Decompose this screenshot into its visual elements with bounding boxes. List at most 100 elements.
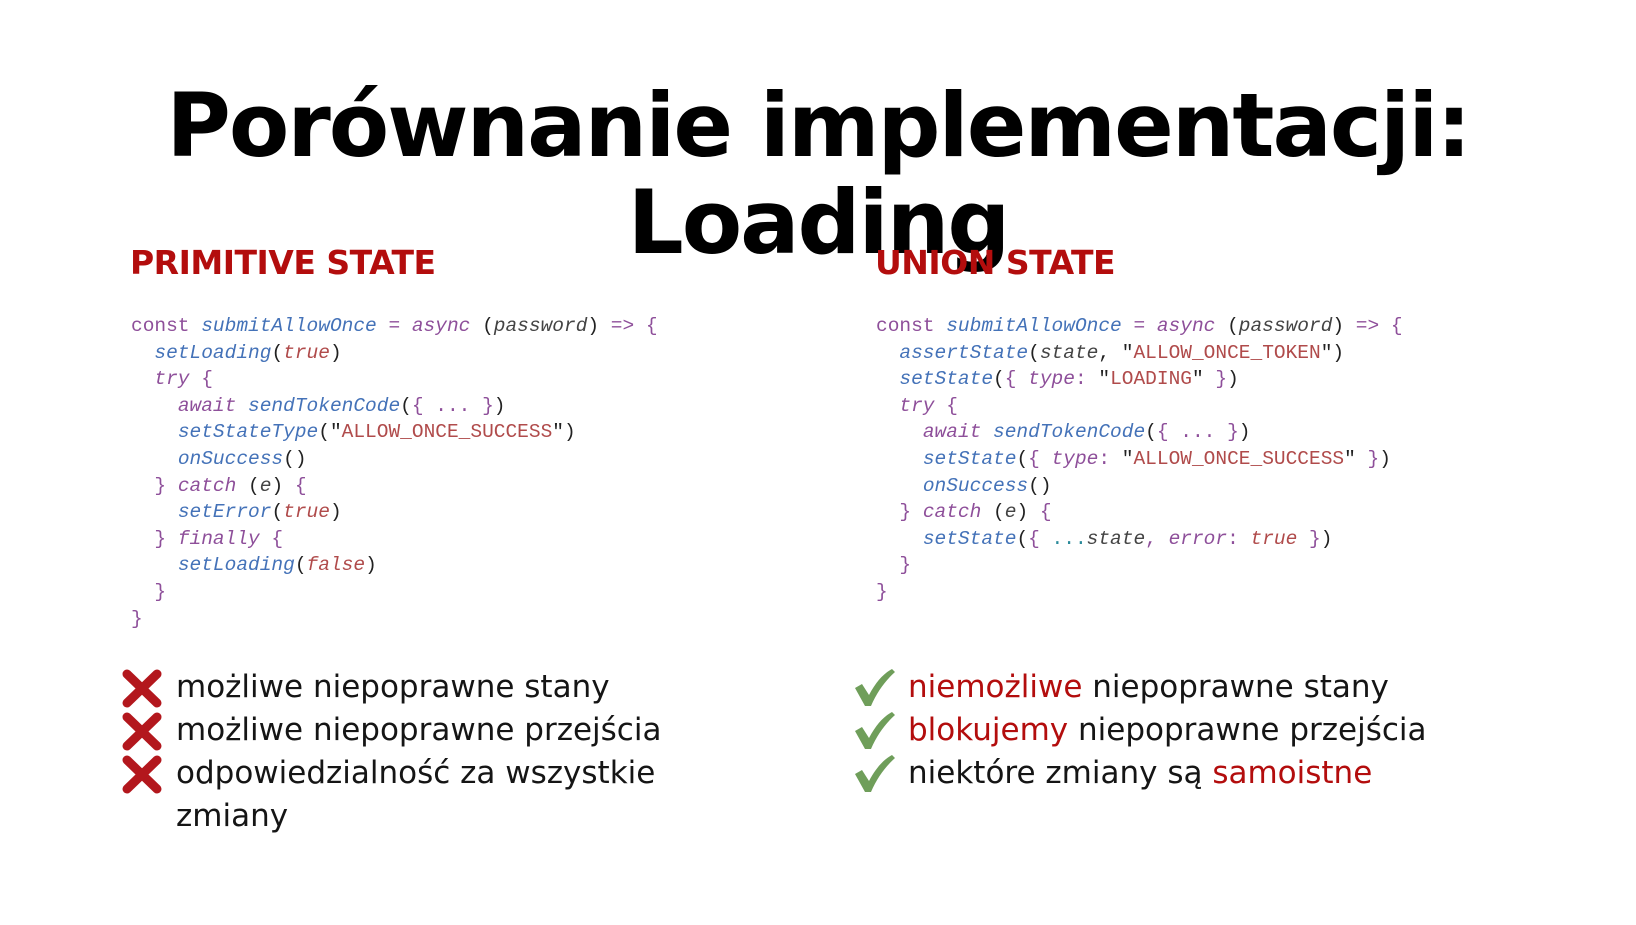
code-token: = — [376, 315, 412, 337]
code-token: state — [1039, 341, 1099, 364]
cross-icon — [122, 755, 162, 794]
code-token: { — [1004, 368, 1029, 391]
code-token: " — [1098, 368, 1111, 391]
code-token: onSuccess — [922, 474, 1029, 497]
code-token: sendTokenCode — [248, 394, 401, 417]
code-token: (" — [318, 421, 342, 444]
code-token: } — [1355, 447, 1380, 470]
code-line: setError(true) — [131, 499, 658, 526]
code-token: ) — [1227, 368, 1239, 391]
code-line: setLoading(true) — [131, 340, 658, 367]
code-line: await sendTokenCode({ ... }) — [131, 393, 658, 420]
check-icon — [855, 712, 895, 749]
code-token: type — [1051, 447, 1099, 470]
union-state-benefits-list: niemożliwe niepoprawne stany blokujemy ni… — [852, 666, 1552, 795]
code-line: setState({ type: "LOADING" }) — [876, 366, 1403, 393]
code-line: } — [131, 606, 658, 633]
code-token: } — [1297, 527, 1321, 550]
code-token: setState — [922, 527, 1017, 550]
code-line: onSuccess() — [131, 446, 658, 473]
code-token: { — [283, 474, 307, 497]
code-token: ") — [1320, 341, 1345, 364]
code-token: e — [1004, 501, 1017, 524]
code-line: } finally { — [131, 526, 658, 553]
code-token: ) — [329, 341, 342, 364]
code-token: } — [899, 501, 923, 524]
code-token: setStateType — [177, 421, 319, 444]
code-token: ( — [1028, 341, 1040, 364]
drawback-item: możliwe niepoprawne stany — [120, 666, 720, 709]
code-line: setStateType("ALLOW_ONCE_SUCCESS") — [131, 419, 658, 446]
code-token: ( — [271, 341, 284, 364]
code-token: await — [922, 421, 994, 444]
benefit-highlight: blokujemy — [908, 712, 1069, 748]
code-token: { — [934, 394, 958, 417]
code-token: ( — [1016, 527, 1029, 550]
code-token: ( — [271, 501, 284, 524]
code-token: setState — [922, 447, 1017, 470]
code-token: ( — [993, 368, 1005, 391]
code-token: async — [1156, 315, 1216, 337]
code-token: } — [131, 607, 143, 630]
code-token: error — [1168, 527, 1228, 550]
code-token: e — [259, 474, 272, 497]
code-line: setState({ ...state, error: true }) — [876, 526, 1403, 553]
drawback-item: odpowiedzialność za wszystkie zmiany — [120, 752, 720, 838]
cross-icon — [122, 669, 162, 708]
union-state-heading: UNION STATE — [875, 243, 1116, 282]
benefit-text: niepoprawne stany — [1082, 669, 1389, 705]
code-line: setState({ type: "ALLOW_ONCE_SUCCESS" }) — [876, 446, 1403, 473]
code-token: ) — [1016, 501, 1029, 524]
benefit-highlight: samoistne — [1212, 755, 1373, 791]
code-token: setLoading — [177, 554, 295, 577]
code-token: sendTokenCode — [993, 421, 1146, 444]
code-token: { ... } — [411, 394, 494, 417]
code-token: ( — [981, 501, 1005, 524]
code-token: setState — [899, 368, 994, 391]
code-token: try — [154, 368, 190, 391]
code-token: " — [1121, 447, 1134, 470]
code-token: setError — [177, 501, 272, 524]
code-token: ( — [1215, 315, 1239, 337]
code-token: { — [259, 527, 284, 550]
code-token: ... — [1051, 527, 1087, 550]
code-token: submitAllowOnce — [201, 315, 377, 337]
check-icon — [855, 669, 895, 706]
code-token: => { — [599, 315, 658, 337]
code-line: const submitAllowOnce = async (password)… — [131, 313, 658, 340]
code-token: password — [1238, 315, 1333, 337]
primitive-state-drawbacks-list: możliwe niepoprawne stany możliwe niepopr… — [120, 666, 720, 838]
code-line: } catch (e) { — [876, 499, 1403, 526]
cross-icon — [122, 712, 162, 751]
code-token: { ... } — [1156, 421, 1239, 444]
code-token: submitAllowOnce — [946, 315, 1122, 337]
code-token: state — [1086, 527, 1146, 550]
code-token: " — [1344, 447, 1356, 470]
code-token: } — [154, 527, 178, 550]
code-line: assertState(state, "ALLOW_ONCE_TOKEN") — [876, 340, 1403, 367]
code-token: () — [1028, 474, 1052, 497]
code-token: ") — [552, 421, 576, 444]
code-token: ) — [1238, 421, 1251, 444]
code-token: { — [189, 368, 213, 391]
code-token: try — [899, 394, 935, 417]
code-line: try { — [876, 393, 1403, 420]
drawback-text: odpowiedzialność za wszystkie zmiany — [176, 755, 656, 834]
code-token: } — [154, 580, 167, 603]
code-token: ALLOW_ONCE_TOKEN — [1133, 341, 1321, 364]
code-token: , " — [1098, 341, 1134, 364]
benefit-item: blokujemy niepoprawne przejścia — [852, 709, 1552, 752]
code-token: ) — [1332, 315, 1345, 337]
code-token: { — [1028, 447, 1052, 470]
